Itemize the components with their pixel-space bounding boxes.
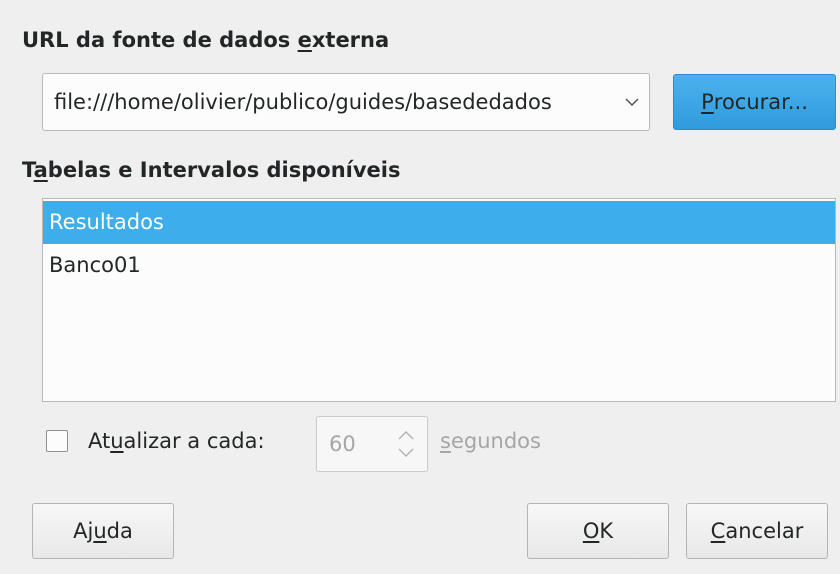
interval-value: 60 — [329, 432, 356, 456]
refresh-checkbox[interactable] — [46, 430, 68, 452]
browse-button[interactable]: Procurar... — [673, 74, 836, 130]
cancel-button[interactable]: Cancelar — [686, 503, 828, 559]
url-section-title: URL da fonte de dados externa — [22, 28, 390, 52]
interval-spinbox[interactable]: 60 — [316, 416, 428, 472]
list-item-resultados[interactable]: Resultados — [43, 201, 835, 244]
ok-button[interactable]: OK — [527, 503, 669, 559]
tables-list[interactable]: Resultados Banco01 — [42, 198, 836, 402]
chevron-down-icon[interactable] — [623, 93, 641, 111]
url-input[interactable]: file:///home/olivier/publico/guides/base… — [54, 74, 620, 130]
seconds-label: segundos — [440, 429, 541, 453]
spin-up-down-icon[interactable] — [395, 427, 417, 461]
tables-section-title: Tabelas e Intervalos disponíveis — [22, 158, 401, 182]
refresh-label: Atualizar a cada: — [88, 429, 265, 453]
url-combobox[interactable]: file:///home/olivier/publico/guides/base… — [42, 73, 650, 131]
list-item-banco01[interactable]: Banco01 — [43, 244, 835, 287]
help-button[interactable]: Aj u da — [32, 503, 174, 559]
